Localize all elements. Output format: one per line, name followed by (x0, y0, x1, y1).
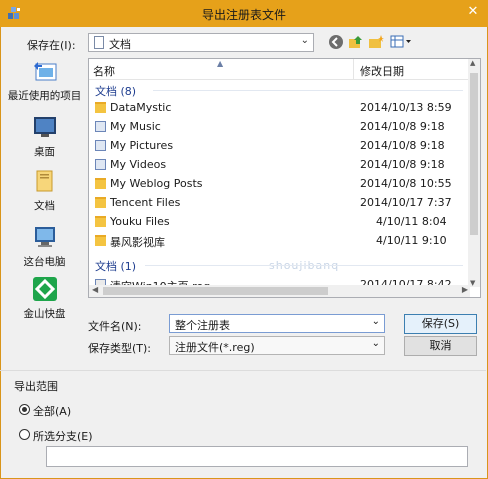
shortcut-folder-icon (95, 140, 106, 151)
title-bar: 导出注册表文件 ✕ (0, 0, 488, 27)
folder-icon (95, 102, 106, 113)
file-list[interactable]: 名称 ▲ 修改日期 文档 (8) DataMystic 2014/10/13 8… (88, 58, 481, 298)
scroll-left-icon[interactable]: ◀ (92, 285, 98, 294)
folder-icon (95, 178, 106, 189)
scroll-right-icon[interactable]: ▶ (462, 285, 468, 294)
desktop-icon (34, 117, 56, 137)
radio-branch-label[interactable]: 所选分支(E) (33, 428, 93, 444)
chevron-down-icon[interactable]: ⌄ (301, 35, 309, 46)
documents-icon (36, 170, 53, 192)
group-header[interactable]: 文档 (1) (95, 258, 136, 274)
export-range-label: 导出范围 (14, 380, 58, 393)
filetype-select[interactable]: 注册文件(*.reg) ⌄ (169, 336, 385, 355)
list-item[interactable]: Youku Files 4/10/11 8:04 (89, 212, 469, 231)
view-menu-icon[interactable] (390, 34, 414, 50)
shortcut-folder-icon (95, 121, 106, 132)
save-button[interactable]: 保存(S) (404, 314, 477, 334)
scroll-down-icon[interactable]: ▼ (470, 279, 475, 287)
close-button[interactable]: ✕ (464, 5, 482, 19)
folder-icon (95, 197, 106, 208)
list-item[interactable]: My Videos 2014/10/8 9:18 (89, 155, 469, 174)
place-label: 这台电脑 (23, 256, 66, 268)
filetype-label: 保存类型(T): (88, 342, 152, 355)
radio-selected-dot (22, 407, 27, 412)
save-in-combobox[interactable]: 文档 ⌄ (88, 33, 314, 52)
back-icon[interactable] (328, 34, 344, 50)
list-item[interactable]: Tencent Files 2014/10/17 7:37 (89, 193, 469, 212)
scroll-thumb[interactable] (470, 73, 478, 235)
shortcut-folder-icon (95, 159, 106, 170)
up-folder-icon[interactable] (348, 34, 364, 50)
list-header: 名称 ▲ 修改日期 (89, 59, 469, 80)
save-in-label: 保存在(I): (27, 39, 76, 52)
group-header[interactable]: 文档 (8) (95, 83, 136, 99)
kuaipan-icon (33, 277, 57, 301)
folder-icon (95, 235, 106, 246)
place-label: 文档 (34, 200, 55, 212)
list-item[interactable]: My Pictures 2014/10/8 9:18 (89, 136, 469, 155)
new-folder-icon[interactable] (368, 34, 384, 50)
scroll-thumb[interactable] (103, 287, 328, 295)
place-label: 金山快盘 (23, 308, 66, 320)
filename-label: 文件名(N): (88, 320, 142, 333)
radio-all[interactable] (19, 404, 30, 415)
folder-icon (95, 216, 106, 227)
chevron-down-icon[interactable]: ⌄ (372, 316, 380, 327)
filetype-value: 注册文件(*.reg) (175, 341, 255, 354)
chevron-down-icon[interactable]: ⌄ (372, 338, 380, 349)
place-label: 桌面 (34, 146, 55, 158)
sort-ascending-icon: ▲ (217, 59, 224, 68)
list-item[interactable]: DataMystic 2014/10/13 8:59 (89, 98, 469, 117)
list-item[interactable]: 暴风影视库 4/10/11 9:10 (89, 231, 469, 250)
place-label: 最近使用的项目 (7, 90, 82, 102)
filename-value: 整个注册表 (175, 319, 230, 332)
vertical-scrollbar[interactable]: ▲ ▼ (468, 59, 480, 287)
list-item[interactable]: My Music 2014/10/8 9:18 (89, 117, 469, 136)
horizontal-scrollbar[interactable]: ◀ ▶ (89, 285, 470, 297)
scroll-up-icon[interactable]: ▲ (470, 59, 475, 67)
radio-selected-branch[interactable] (19, 429, 30, 440)
list-item[interactable]: My Weblog Posts 2014/10/8 10:55 (89, 174, 469, 193)
radio-all-label[interactable]: 全部(A) (33, 403, 71, 419)
window-title: 导出注册表文件 (201, 8, 286, 22)
cancel-button[interactable]: 取消 (404, 336, 477, 356)
save-in-value: 文档 (109, 38, 131, 51)
recent-items-icon (34, 62, 57, 81)
column-header-date[interactable]: 修改日期 (360, 63, 404, 79)
document-icon (94, 36, 104, 49)
filename-field[interactable]: 整个注册表 ⌄ (169, 314, 385, 333)
branch-path-input[interactable] (46, 446, 468, 467)
column-header-name[interactable]: 名称 (93, 63, 115, 79)
this-pc-icon (35, 227, 55, 247)
